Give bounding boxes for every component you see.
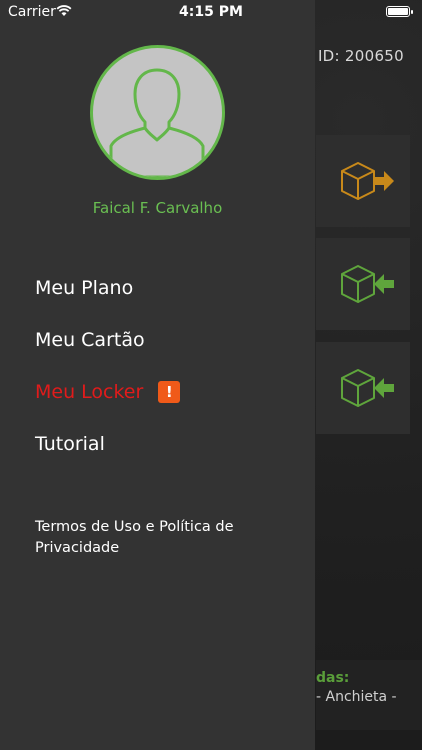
avatar[interactable] — [90, 45, 225, 180]
battery-icon — [386, 6, 413, 17]
package-out-icon — [341, 162, 394, 200]
side-drawer: Faical F. Carvalho Meu Plano Meu Cartão … — [0, 0, 315, 750]
status-bar: Carrier 4:15 PM — [0, 0, 422, 24]
send-package-card[interactable] — [316, 135, 410, 227]
menu-item-label: Meu Locker — [35, 381, 144, 403]
background-bottom-text: - Anchieta - — [316, 689, 397, 705]
alert-badge-icon: ! — [158, 381, 181, 403]
background-bottom-label: das: — [316, 670, 350, 686]
menu-item-label: Tutorial — [35, 433, 105, 455]
receive-package-card[interactable] — [316, 238, 410, 330]
package-in-icon — [341, 265, 394, 303]
clock: 4:15 PM — [179, 4, 243, 20]
menu-item-meu-plano[interactable]: Meu Plano — [35, 277, 133, 299]
menu-item-meu-locker[interactable]: Meu Locker ! — [35, 381, 181, 403]
menu-item-meu-cartao[interactable]: Meu Cartão — [35, 329, 145, 351]
user-id-label: ID: 200650 — [317, 47, 404, 65]
receive-package-card-2[interactable] — [316, 342, 410, 434]
menu-item-label: Meu Cartão — [35, 329, 145, 351]
menu-item-tutorial[interactable]: Tutorial — [35, 433, 105, 455]
menu-item-label: Meu Plano — [35, 277, 134, 299]
user-name: Faical F. Carvalho — [92, 199, 223, 217]
terms-privacy-link[interactable]: Termos de Uso e Política de Privacidade — [35, 517, 265, 559]
user-silhouette-icon — [109, 68, 205, 177]
package-in-icon — [341, 369, 394, 407]
